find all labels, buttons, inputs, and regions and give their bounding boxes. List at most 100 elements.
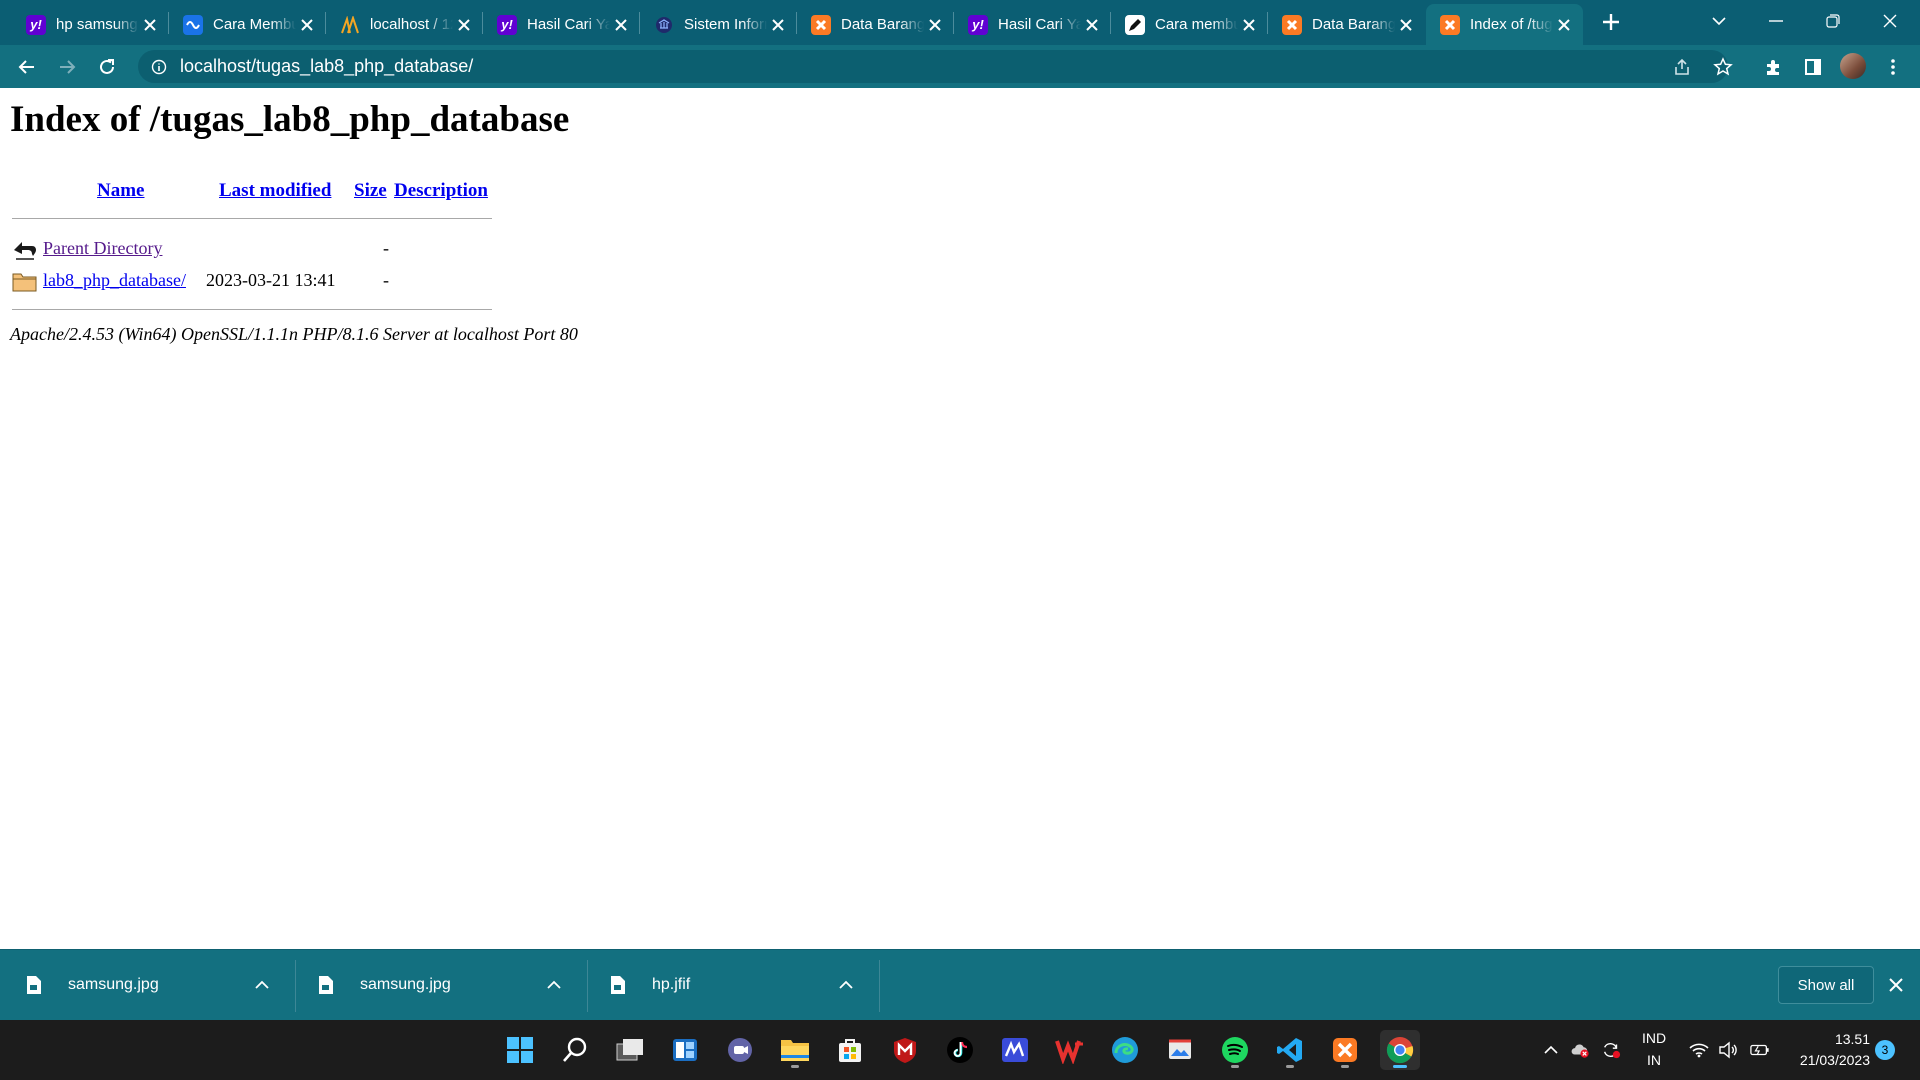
chevron-up-icon[interactable] — [252, 975, 272, 995]
header-divider — [12, 218, 492, 219]
spotify-icon[interactable] — [1215, 1030, 1255, 1070]
tab-hp-samsung[interactable]: y! hp samsung — [12, 4, 169, 45]
notification-badge[interactable]: 3 — [1875, 1040, 1895, 1060]
tab-sistem-informasi[interactable]: Sistem Informasi — [640, 4, 797, 45]
clock-time[interactable]: 13.51 — [1790, 1031, 1870, 1047]
info-icon[interactable] — [150, 58, 168, 76]
tab-cara-membuat[interactable]: Cara Membuat — [169, 4, 326, 45]
folder-link-lab8[interactable]: lab8_php_database/ — [43, 270, 186, 291]
chevron-up-icon[interactable] — [836, 975, 856, 995]
download-filename: samsung.jpg — [68, 976, 159, 993]
close-icon[interactable] — [1238, 14, 1260, 36]
battery-icon[interactable] — [1750, 1040, 1770, 1060]
bookmark-star-icon[interactable] — [1709, 53, 1737, 81]
tab-title: Cara Membuat — [213, 16, 296, 33]
tab-title: hp samsung — [56, 16, 138, 33]
download-item[interactable]: samsung.jpg — [0, 960, 290, 1010]
sync-error-icon[interactable] — [1601, 1040, 1621, 1060]
gallery-app-icon[interactable] — [1160, 1030, 1200, 1070]
profile-avatar[interactable] — [1840, 53, 1866, 79]
close-icon[interactable] — [924, 14, 946, 36]
close-download-bar-icon[interactable] — [1886, 975, 1906, 995]
yahoo-icon: y! — [497, 14, 517, 35]
close-icon[interactable] — [139, 14, 161, 36]
app-m-icon[interactable] — [995, 1030, 1035, 1070]
download-filename: samsung.jpg — [360, 976, 451, 993]
close-icon[interactable] — [453, 14, 475, 36]
share-icon[interactable] — [1668, 53, 1696, 81]
close-icon[interactable] — [610, 14, 632, 36]
teams-chat-icon[interactable] — [720, 1030, 760, 1070]
tab-hasil-cari-yahoo-2[interactable]: y! Hasil Cari Yahoo — [954, 4, 1111, 45]
column-header-description[interactable]: Description — [394, 180, 488, 202]
clock-date[interactable]: 21/03/2023 — [1780, 1052, 1870, 1068]
edge-browser-icon[interactable] — [1105, 1030, 1145, 1070]
url-text[interactable]: localhost/tugas_lab8_php_database/ — [180, 56, 473, 77]
chevron-up-icon[interactable] — [1541, 1040, 1561, 1060]
vscode-icon[interactable] — [1270, 1030, 1310, 1070]
tab-cara-membuat-2[interactable]: Cara membuat — [1111, 4, 1268, 45]
microsoft-store-icon[interactable] — [830, 1030, 870, 1070]
pencil-icon — [1125, 14, 1145, 35]
chevron-up-icon[interactable] — [544, 975, 564, 995]
new-tab-button[interactable] — [1599, 10, 1623, 34]
tab-data-barang[interactable]: Data Barang — [797, 4, 954, 45]
file-explorer-icon[interactable] — [775, 1030, 815, 1070]
cloud-error-icon[interactable] — [1570, 1040, 1590, 1060]
tab-index-of-tugas[interactable]: Index of /tugas — [1426, 4, 1583, 45]
start-windows-icon[interactable] — [500, 1030, 540, 1070]
search-icon[interactable] — [555, 1030, 595, 1070]
parent-directory-link[interactable]: Parent Directory — [43, 238, 162, 259]
chrome-icon[interactable] — [1380, 1030, 1420, 1070]
forward-button[interactable] — [53, 53, 81, 81]
tiktok-icon[interactable] — [940, 1030, 980, 1070]
back-button[interactable] — [13, 53, 41, 81]
download-item[interactable]: hp.jfif — [584, 960, 874, 1010]
tab-title: Data Barang — [1312, 16, 1395, 33]
download-item[interactable]: samsung.jpg — [292, 960, 582, 1010]
close-icon[interactable] — [1395, 14, 1417, 36]
side-panel-icon[interactable] — [1799, 53, 1827, 81]
widgets-icon[interactable] — [665, 1030, 705, 1070]
running-indicator — [1231, 1065, 1239, 1068]
xampp-icon[interactable] — [1325, 1030, 1365, 1070]
tab-strip: y! hp samsung Cara Membuat localhost / 1… — [0, 0, 1920, 45]
server-signature: Apache/2.4.53 (Win64) OpenSSL/1.1.1n PHP… — [10, 324, 578, 344]
show-all-button[interactable]: Show all — [1778, 966, 1874, 1004]
close-icon[interactable] — [767, 14, 789, 36]
tab-data-barang-2[interactable]: Data Barang — [1268, 4, 1425, 45]
close-window-button[interactable] — [1870, 6, 1910, 36]
column-header-size[interactable]: Size — [354, 180, 387, 202]
language-indicator[interactable]: IND — [1637, 1030, 1671, 1046]
wps-office-icon[interactable] — [1050, 1030, 1090, 1070]
column-header-name[interactable]: Name — [97, 180, 144, 202]
tab-title: Index of /tugas — [1470, 16, 1553, 33]
menu-kebab-icon[interactable] — [1879, 53, 1907, 81]
column-header-last-modified[interactable]: Last modified — [219, 180, 331, 202]
tab-search-button[interactable] — [1699, 6, 1739, 36]
close-icon[interactable] — [1081, 14, 1103, 36]
close-icon[interactable] — [1553, 14, 1575, 36]
region-indicator[interactable]: IN — [1637, 1052, 1671, 1068]
download-separator — [879, 960, 880, 1012]
tab-title: localhost / 127 — [370, 16, 453, 33]
wifi-icon[interactable] — [1689, 1040, 1709, 1060]
tab-title: Cara membuat — [1155, 16, 1238, 33]
reload-button[interactable] — [93, 53, 121, 81]
tab-localhost-phpmyadmin[interactable]: localhost / 127 — [326, 4, 483, 45]
task-view-icon[interactable] — [610, 1030, 650, 1070]
minimize-button[interactable] — [1756, 6, 1796, 36]
address-bar[interactable]: localhost/tugas_lab8_php_database/ — [138, 50, 1728, 83]
mcafee-icon[interactable] — [885, 1030, 925, 1070]
running-indicator — [1393, 1065, 1407, 1068]
tab-hasil-cari-yahoo[interactable]: y! Hasil Cari Yahoo — [483, 4, 640, 45]
yahoo-icon: y! — [26, 14, 46, 35]
close-icon[interactable] — [296, 14, 318, 36]
browser-toolbar: localhost/tugas_lab8_php_database/ — [0, 45, 1920, 88]
restore-button[interactable] — [1813, 6, 1853, 36]
windows-taskbar: IND IN 13.51 21/03/2023 — [0, 1020, 1920, 1080]
volume-icon[interactable] — [1718, 1040, 1738, 1060]
folder-icon — [12, 269, 38, 293]
infinity-icon — [183, 14, 203, 35]
extensions-puzzle-icon[interactable] — [1759, 53, 1787, 81]
